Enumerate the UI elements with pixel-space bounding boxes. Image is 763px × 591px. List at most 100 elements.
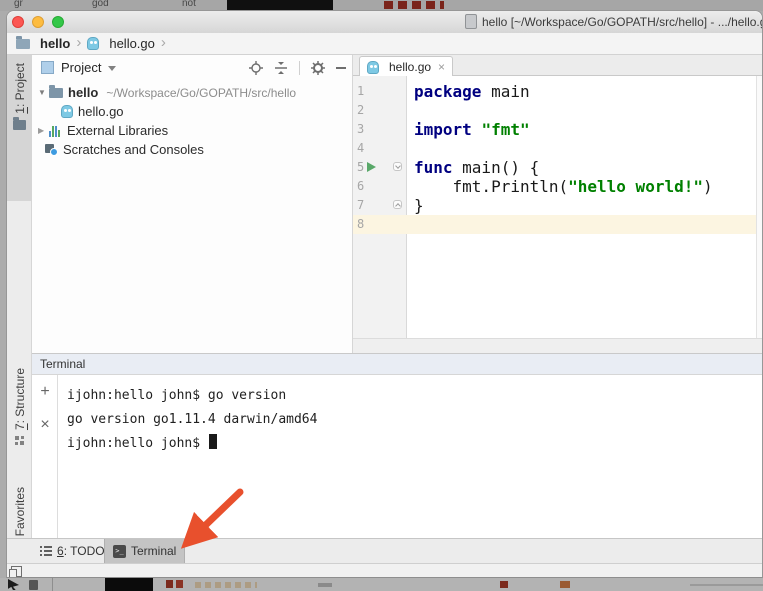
- fold-marker-icon[interactable]: [393, 200, 402, 209]
- background-tab-label: god: [92, 0, 109, 9]
- fold-marker-icon[interactable]: [393, 162, 402, 171]
- status-bar: [7, 563, 762, 578]
- line-number: 7: [353, 198, 364, 212]
- tree-expand-icon[interactable]: ▼: [38, 88, 48, 97]
- tree-node-label: External Libraries: [67, 123, 168, 138]
- locate-icon[interactable]: [249, 61, 263, 75]
- sidebar-item-project[interactable]: 1: Project: [7, 55, 32, 201]
- tool-window-button-todo[interactable]: 6: TODO: [32, 539, 113, 563]
- project-view-icon: [41, 61, 54, 74]
- structure-icon: [15, 436, 25, 446]
- folder-icon: [16, 39, 30, 49]
- left-tool-stripe: 1: Project 7: Structure 2: Favorites ★: [7, 55, 32, 538]
- gutter-cell: 1: [353, 82, 407, 101]
- go-file-icon: [87, 37, 99, 50]
- code-line[interactable]: 2: [353, 101, 756, 120]
- close-window-button[interactable]: [12, 16, 24, 28]
- go-file-icon: [367, 61, 379, 74]
- scratches-icon: [45, 144, 58, 156]
- code-line[interactable]: 1 package main: [353, 82, 756, 101]
- editor-scrollbar[interactable]: [756, 76, 762, 338]
- hide-panel-icon[interactable]: [336, 67, 346, 69]
- window-title: hello [~/Workspace/Go/GOPATH/src/hello] …: [465, 14, 763, 29]
- background-dark-rect: [105, 578, 153, 591]
- new-session-button[interactable]: +: [32, 384, 58, 400]
- chevron-right-icon: ›: [76, 34, 81, 51]
- code-text: [407, 101, 414, 120]
- traffic-lights: [12, 16, 64, 28]
- tree-node-path: ~/Workspace/Go/GOPATH/src/hello: [106, 86, 296, 100]
- project-panel: Project: [32, 55, 353, 353]
- close-session-button[interactable]: ×: [32, 417, 58, 433]
- terminal-cursor: [209, 434, 217, 449]
- gutter-cell: 3: [353, 120, 407, 139]
- terminal-output[interactable]: ijohn:hello john$ go versiongo version g…: [58, 375, 762, 538]
- collapse-all-icon[interactable]: [274, 61, 288, 75]
- terminal-line: go version go1.11.4 darwin/amd64: [67, 408, 762, 432]
- code-line[interactable]: 6 fmt.Println("hello world!"): [353, 177, 756, 196]
- code-text: fmt.Println("hello world!"): [407, 177, 713, 196]
- terminal-panel: + × ijohn:hello john$ go versiongo versi…: [32, 375, 762, 538]
- breadcrumb-label: hello.go: [109, 36, 155, 51]
- background-text-smear: [195, 582, 257, 588]
- line-number: 1: [353, 84, 364, 98]
- tree-row-hello-go[interactable]: hello.go: [32, 102, 352, 121]
- background-divider: [52, 578, 53, 591]
- tab-label: hello.go: [389, 60, 431, 74]
- tool-window-label: 6: TODO: [57, 544, 105, 558]
- project-tree: ▼ hello ~/Workspace/Go/GOPATH/src/hello …: [32, 83, 352, 159]
- code-line[interactable]: 4: [353, 139, 756, 158]
- background-trash-icon: [29, 580, 38, 590]
- gutter-cell: 8: [353, 215, 407, 234]
- tree-row-external-libraries[interactable]: ▶ External Libraries: [32, 121, 352, 140]
- run-button-icon[interactable]: [367, 162, 376, 172]
- bottom-tool-window-bar: 6: TODO >_ Terminal: [7, 538, 762, 563]
- background-gray-line: [690, 584, 763, 586]
- minimize-window-button[interactable]: [32, 16, 44, 28]
- zoom-window-button[interactable]: [52, 16, 64, 28]
- line-number: 2: [353, 103, 364, 117]
- settings-gear-icon[interactable]: [311, 61, 325, 75]
- line-number: 4: [353, 141, 364, 155]
- screen: gr god not hello [~/Workspace/Go/GOPATH/…: [0, 0, 763, 591]
- terminal-panel-title: Terminal: [40, 357, 85, 371]
- gutter-cell: 5: [353, 158, 407, 177]
- project-view-selector[interactable]: Project: [61, 60, 101, 75]
- line-number: 5: [353, 160, 364, 174]
- code-line[interactable]: 3 import "fmt": [353, 120, 756, 139]
- line-number: 3: [353, 122, 364, 136]
- breadcrumb-item-hello-go[interactable]: hello.go: [87, 36, 155, 51]
- toggle-tool-windows-icon[interactable]: [11, 566, 22, 577]
- line-number: 8: [353, 217, 364, 231]
- code-text: import "fmt": [407, 120, 530, 139]
- code-text: [407, 139, 414, 158]
- code-text: package main: [407, 82, 530, 101]
- editor-tab-bar: hello.go ×: [353, 55, 762, 76]
- project-panel-header: Project: [32, 55, 352, 80]
- background-red-mark: [560, 581, 570, 588]
- sidebar-item-structure[interactable]: 7: Structure: [7, 360, 32, 476]
- code-editor-area[interactable]: 1 package main 2 3 import "fmt" 4 5 func main()…: [353, 76, 762, 338]
- close-tab-icon[interactable]: ×: [438, 60, 445, 74]
- tree-collapse-icon[interactable]: ▶: [38, 126, 48, 135]
- terminal-line: ijohn:hello john$: [67, 432, 762, 456]
- terminal-panel-header[interactable]: Terminal: [32, 353, 762, 375]
- ide-window: hello [~/Workspace/Go/GOPATH/src/hello] …: [6, 10, 763, 578]
- breadcrumb-item-hello[interactable]: hello: [15, 36, 70, 51]
- code-line[interactable]: 8: [353, 215, 756, 234]
- code-line[interactable]: 7}: [353, 196, 756, 215]
- tree-row-scratches[interactable]: Scratches and Consoles: [32, 140, 352, 159]
- chevron-down-icon[interactable]: [108, 66, 116, 71]
- tool-window-button-terminal[interactable]: >_ Terminal: [104, 539, 185, 563]
- code-line[interactable]: 5 func main() {: [353, 158, 756, 177]
- todo-list-icon: [40, 546, 52, 556]
- background-cursor-shape: [8, 579, 19, 590]
- project-folder-icon: [13, 120, 26, 130]
- background-red-mark: [500, 581, 508, 588]
- background-gray-mark: [318, 583, 332, 587]
- tree-row-hello[interactable]: ▼ hello ~/Workspace/Go/GOPATH/src/hello: [32, 83, 352, 102]
- code-text: func main() {: [407, 158, 539, 177]
- background-window-bottom: [0, 578, 763, 591]
- tab-hello-go[interactable]: hello.go ×: [359, 56, 453, 77]
- document-icon: [465, 14, 477, 29]
